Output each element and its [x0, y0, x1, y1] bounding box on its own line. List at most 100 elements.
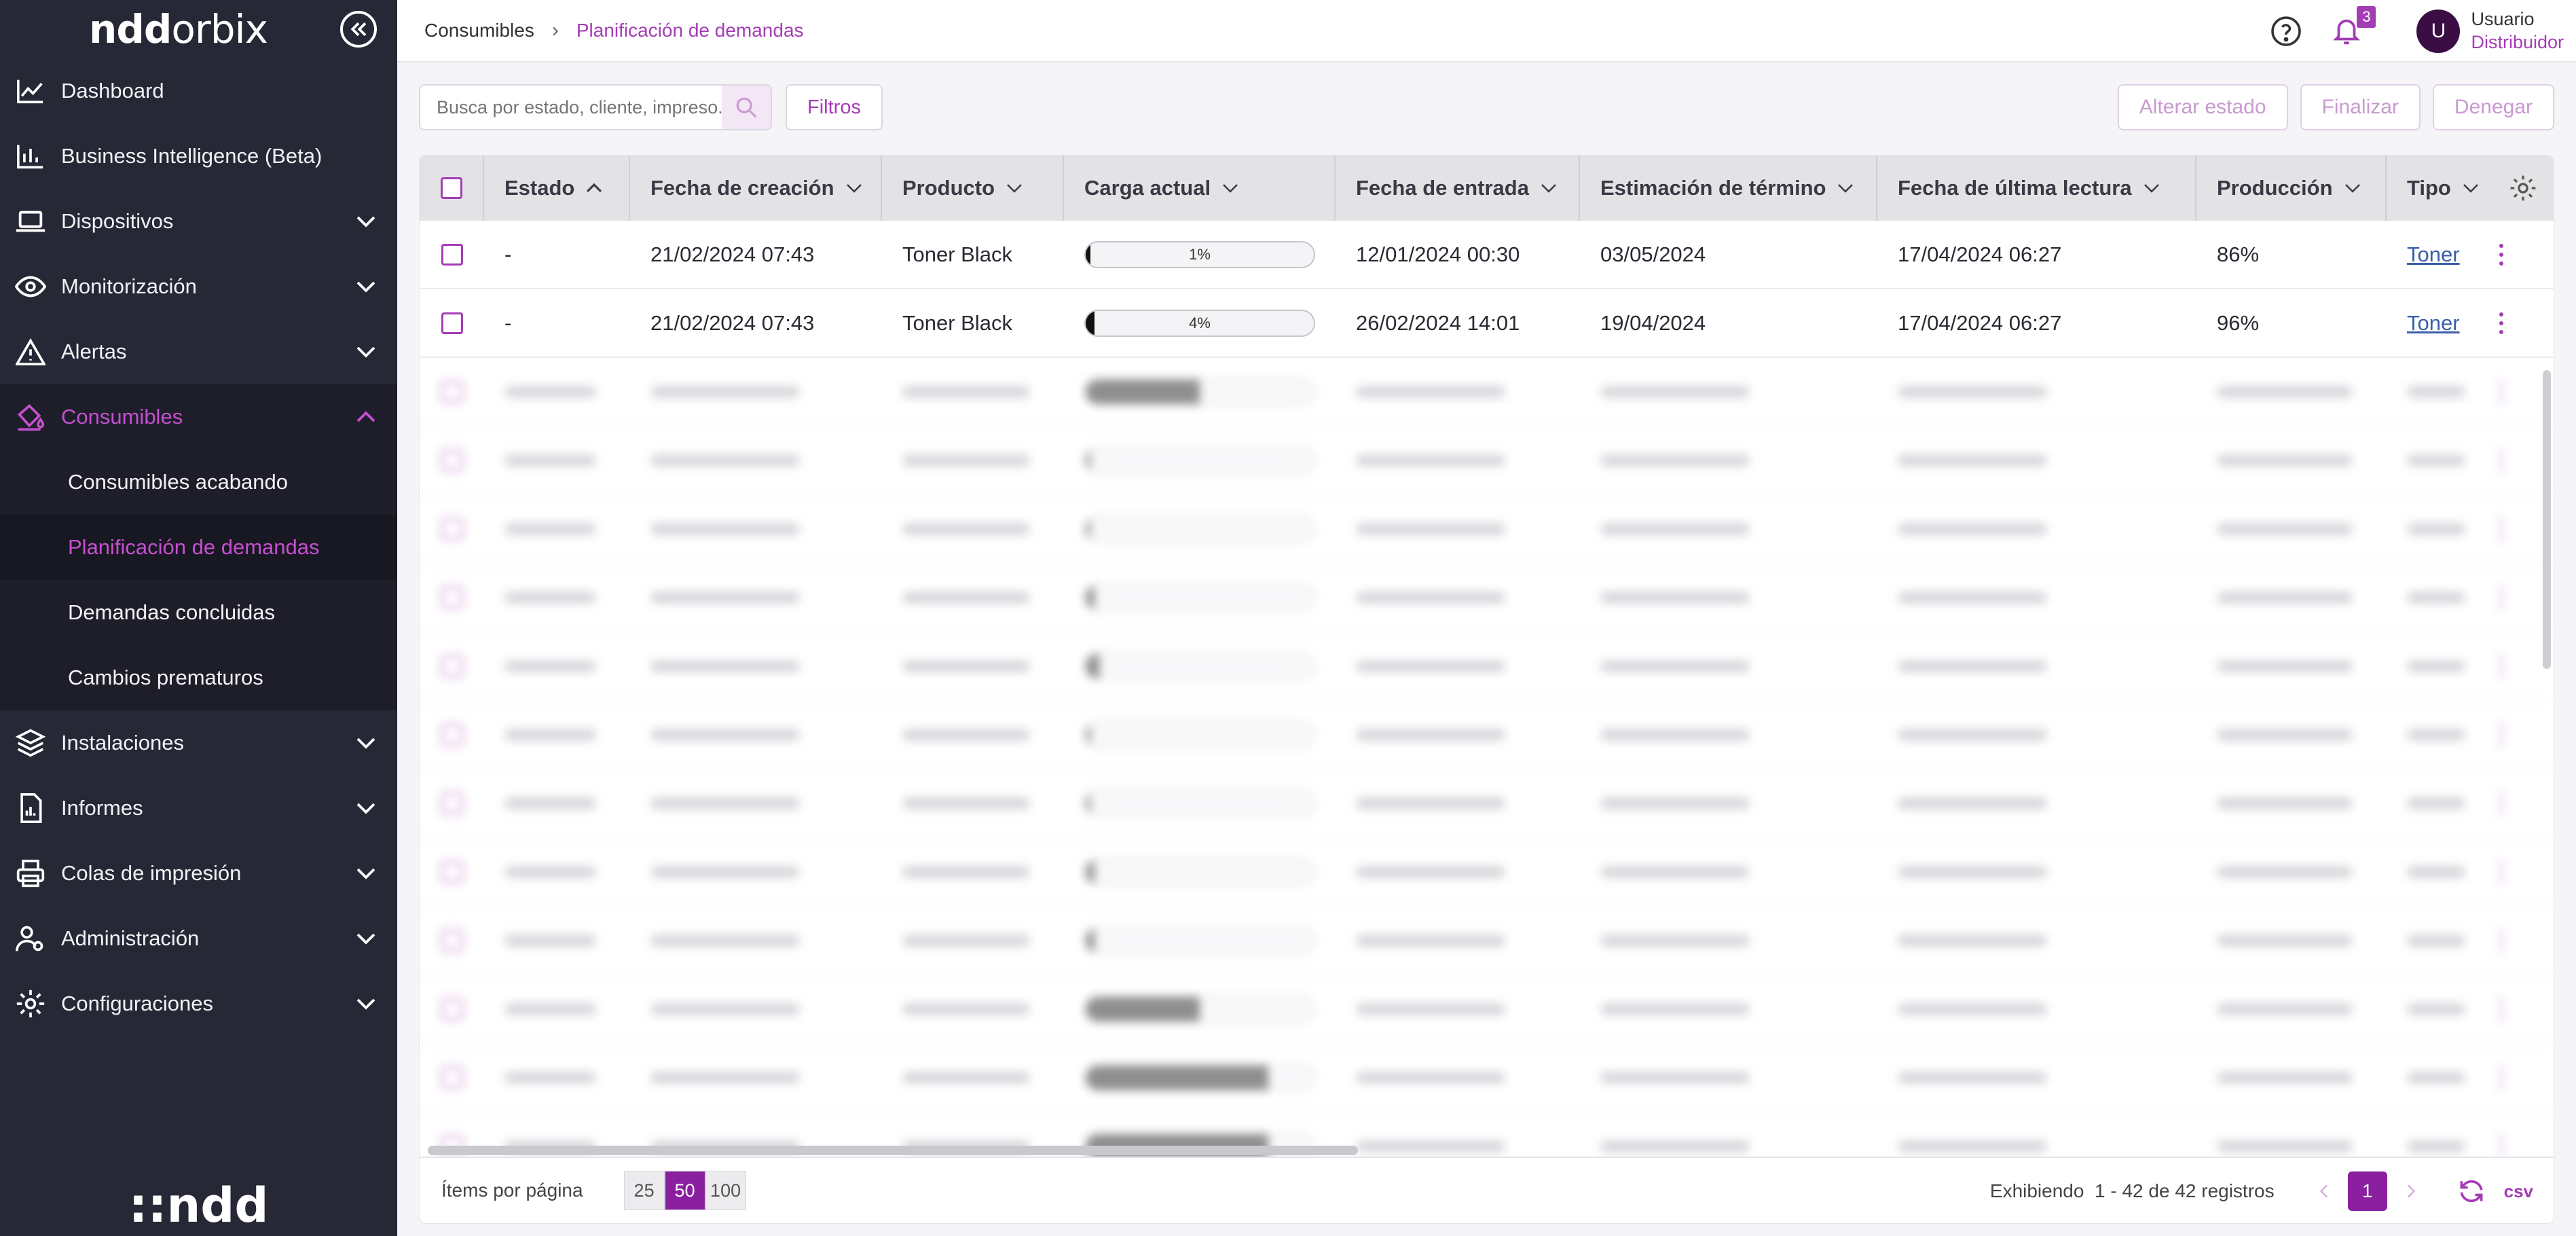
sidebar-item-consumibles[interactable]: Consumibles: [0, 384, 397, 450]
sidebar-item-monitorizacion[interactable]: Monitorización: [0, 254, 397, 319]
obscured-cell: [1877, 1071, 2196, 1084]
notifications-button[interactable]: 3: [2331, 6, 2376, 47]
row-checkbox[interactable]: [441, 860, 463, 883]
horizontal-scrollbar[interactable]: [428, 1146, 1358, 1155]
row-checkbox[interactable]: [441, 586, 463, 608]
per-page-option-50[interactable]: 50: [664, 1171, 705, 1210]
row-menu-icon[interactable]: [2498, 655, 2505, 677]
sidebar-item-informes[interactable]: Informes: [0, 776, 397, 841]
obscured-text: [1600, 1002, 1750, 1015]
tipo-link[interactable]: Toner: [2407, 311, 2460, 335]
table-row[interactable]: - 21/02/2024 07:43 Toner Black 4% 26/02/…: [420, 289, 2554, 358]
cell-produccion: 86%: [2217, 242, 2260, 266]
collapse-sidebar-button[interactable]: [340, 11, 377, 48]
obscured-cell: [2196, 797, 2387, 810]
row-menu-icon[interactable]: [2498, 450, 2505, 471]
avatar[interactable]: U: [2416, 10, 2461, 53]
obscured-text: [1600, 454, 1750, 467]
column-settings-button[interactable]: [2492, 156, 2554, 221]
row-checkbox[interactable]: [441, 723, 463, 746]
row-checkbox[interactable]: [441, 517, 463, 540]
row-menu-icon[interactable]: [2498, 587, 2505, 608]
row-menu-icon[interactable]: [2498, 861, 2505, 883]
row-menu-icon[interactable]: [2498, 312, 2505, 334]
row-menu-icon[interactable]: [2498, 998, 2505, 1020]
sidebar-subitem-planificacion-demandas[interactable]: Planificación de demandas: [0, 515, 397, 580]
search-input[interactable]: [420, 87, 722, 128]
sidebar-item-configuraciones[interactable]: Configuraciones: [0, 971, 397, 1036]
search-button[interactable]: [722, 86, 771, 129]
row-checkbox[interactable]: [441, 929, 463, 951]
sidebar-item-dashboard[interactable]: Dashboard: [0, 58, 397, 124]
row-menu-icon[interactable]: [2498, 1067, 2505, 1089]
row-checkbox[interactable]: [441, 449, 463, 471]
obscured-text: [2217, 728, 2353, 741]
sidebar-subitem-demandas-concluidas[interactable]: Demandas concluidas: [0, 580, 397, 645]
sidebar-subitem-cambios-prematuros[interactable]: Cambios prematuros: [0, 645, 397, 710]
sidebar-item-colas-impresion[interactable]: Colas de impresión: [0, 841, 397, 906]
user-info[interactable]: Usuario Distribuidor: [2471, 8, 2564, 54]
deny-button[interactable]: Denegar: [2432, 84, 2554, 130]
column-header-carga-actual[interactable]: Carga actual: [1064, 156, 1336, 221]
obscured-cell: [484, 1002, 630, 1015]
sidebar-item-dispositivos[interactable]: Dispositivos: [0, 189, 397, 254]
column-header-producto[interactable]: Producto: [882, 156, 1064, 221]
select-all-checkbox[interactable]: [440, 177, 462, 199]
row-checkbox[interactable]: [441, 1066, 463, 1089]
table-row[interactable]: - 21/02/2024 07:43 Toner Black 1% 12/01/…: [420, 221, 2554, 289]
row-select-cell: [420, 860, 484, 883]
obscured-cell: [1877, 659, 2196, 672]
column-header-fecha-entrada[interactable]: Fecha de entrada: [1336, 156, 1580, 221]
next-page-button[interactable]: [2397, 1178, 2424, 1205]
row-checkbox[interactable]: [441, 655, 463, 677]
sidebar-item-label: Alertas: [61, 340, 127, 363]
ndd-orbix-logo[interactable]: nddorbix: [89, 6, 268, 52]
refresh-icon[interactable]: [2457, 1176, 2486, 1206]
row-checkbox[interactable]: [441, 380, 463, 403]
obscured-cell: [1580, 659, 1877, 672]
top-bar: Consumibles › Planificación de demandas …: [397, 0, 2576, 62]
row-menu-icon[interactable]: [2498, 1135, 2505, 1157]
per-page-option-25[interactable]: 25: [623, 1171, 665, 1210]
sidebar-item-instalaciones[interactable]: Instalaciones: [0, 710, 397, 776]
row-menu-icon[interactable]: [2498, 793, 2505, 814]
row-select-cell: [420, 449, 484, 471]
breadcrumb-consumibles[interactable]: Consumibles: [424, 20, 534, 41]
column-header-fecha-ultima-lectura[interactable]: Fecha de última lectura: [1877, 156, 2196, 221]
per-page-option-100[interactable]: 100: [705, 1171, 746, 1210]
filters-button[interactable]: Filtros: [786, 84, 883, 130]
row-menu-icon[interactable]: [2498, 930, 2505, 951]
tipo-link[interactable]: Toner: [2407, 242, 2460, 266]
export-csv-button[interactable]: csv: [2504, 1181, 2533, 1202]
load-bar-fill: [1086, 996, 1200, 1021]
column-header-estimacion-termino[interactable]: Estimación de término: [1580, 156, 1877, 221]
column-header-fecha-creacion[interactable]: Fecha de creación: [630, 156, 882, 221]
row-menu-icon[interactable]: [2498, 381, 2505, 403]
help-icon[interactable]: [2270, 15, 2302, 48]
page-number-button[interactable]: 1: [2347, 1171, 2387, 1211]
chevron-down-icon: [356, 868, 375, 879]
sidebar-item-business-intelligence[interactable]: Business Intelligence (Beta): [0, 124, 397, 189]
obscured-cell: [2196, 454, 2387, 467]
table-footer: Ítems por página 25 50 100 Exhibiendo 1 …: [420, 1157, 2554, 1223]
finish-button[interactable]: Finalizar: [2300, 84, 2421, 130]
obscured-text: [902, 385, 1030, 398]
row-checkbox[interactable]: [441, 792, 463, 814]
prev-page-button[interactable]: [2311, 1178, 2338, 1205]
column-header-tipo[interactable]: Tipo: [2387, 156, 2499, 221]
row-checkbox[interactable]: [441, 998, 463, 1020]
sidebar-item-label: Consumibles: [61, 405, 183, 429]
vertical-scrollbar[interactable]: [2543, 370, 2551, 669]
row-menu-icon[interactable]: [2498, 518, 2505, 540]
row-checkbox[interactable]: [441, 243, 463, 266]
sidebar-item-alertas[interactable]: Alertas: [0, 319, 397, 384]
row-checkbox[interactable]: [441, 312, 463, 334]
column-header-produccion[interactable]: Producción: [2196, 156, 2387, 221]
sidebar-item-administracion[interactable]: Administración: [0, 906, 397, 971]
change-state-button[interactable]: Alterar estado: [2117, 84, 2288, 130]
row-menu-icon[interactable]: [2498, 244, 2505, 266]
row-menu-icon[interactable]: [2498, 724, 2505, 746]
column-header-estado[interactable]: Estado: [484, 156, 630, 221]
table-row-obscured: [420, 701, 2554, 769]
sidebar-subitem-consumibles-acabando[interactable]: Consumibles acabando: [0, 450, 397, 515]
